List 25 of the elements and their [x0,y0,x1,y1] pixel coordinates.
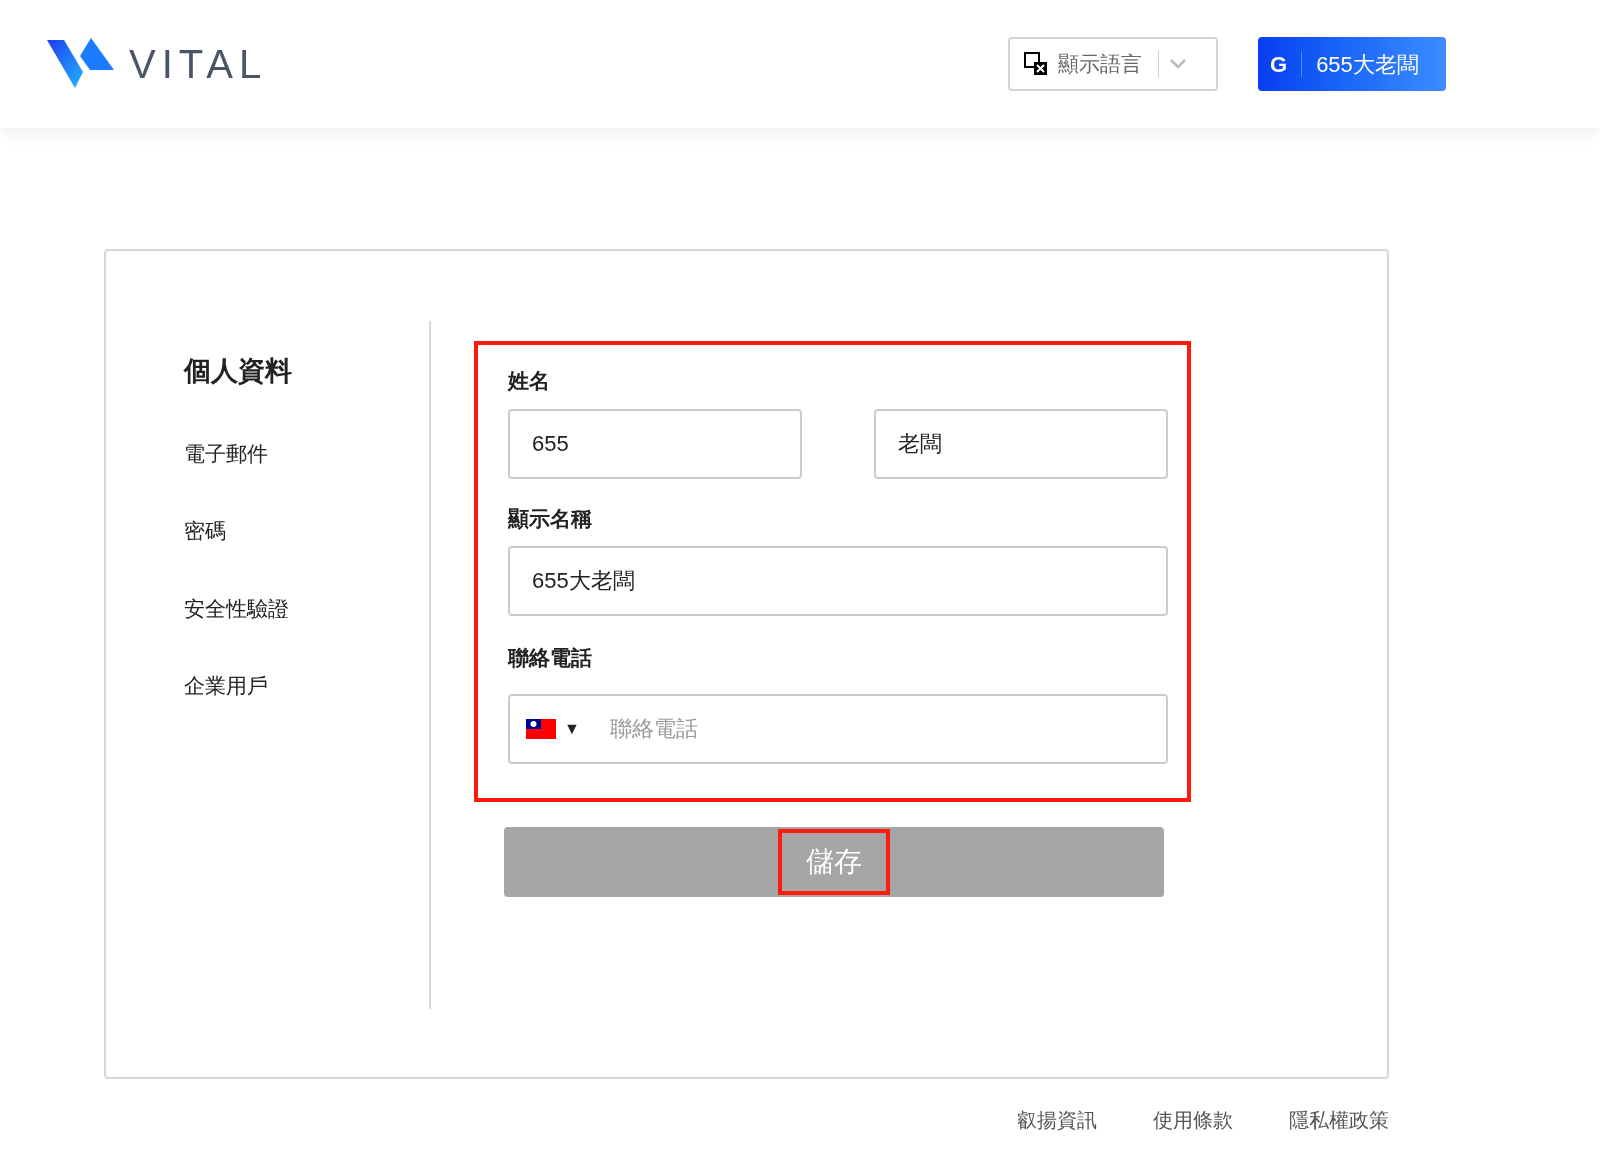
last-name-field[interactable]: 老闆 [874,408,1168,479]
chevron-down-icon [1169,58,1187,70]
sidebar-item[interactable]: 電子郵件 [184,437,268,469]
logo-text: VITAL [129,44,268,84]
language-selector[interactable]: 顯示語言 [1008,37,1218,91]
sidebar-item[interactable]: 個人資料 [184,351,292,392]
user-initial: G [1270,50,1288,79]
user-name: 655大老闆 [1316,50,1419,79]
field-label: 聯絡電話 [508,645,593,671]
user-button[interactable]: G 655大老闆 [1258,37,1446,91]
sidebar-item[interactable]: 密碼 [184,515,226,547]
translate-icon [1024,52,1048,76]
footer-link[interactable]: 使用條款 [1153,1105,1233,1135]
sidebar-item[interactable]: 企業用戶 [184,670,268,702]
sidebar-item[interactable]: 安全性驗證 [184,592,289,624]
dropdown-arrow[interactable]: ▼ [564,716,580,741]
first-name-field[interactable]: 655 [508,408,802,479]
field-label: 顯示名稱 [508,505,593,532]
phone-field[interactable]: ▼ 聯絡電話 [508,693,1168,764]
footer-link[interactable]: 叡揚資訊 [1017,1105,1097,1135]
flag-icon[interactable] [526,718,556,739]
field-label: 姓名 [508,368,551,394]
logo-icon [47,38,115,90]
footer-link[interactable]: 隱私權政策 [1289,1105,1389,1135]
display-name-field[interactable]: 655大老闆 [508,546,1168,616]
